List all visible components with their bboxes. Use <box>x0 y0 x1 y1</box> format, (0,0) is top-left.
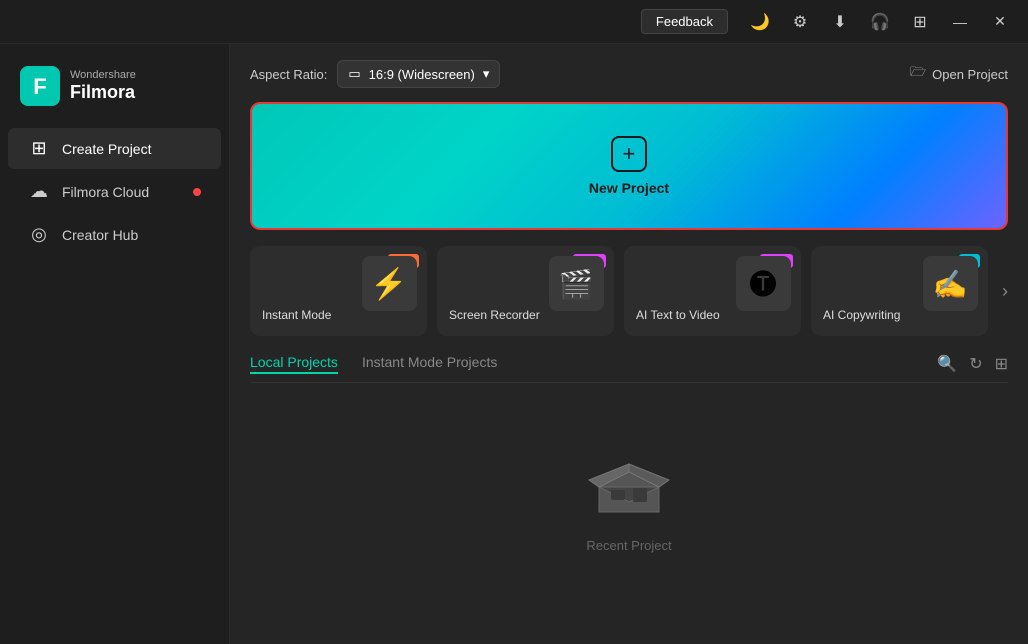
tab-local-projects[interactable]: Local Projects <box>250 354 338 374</box>
open-project-button[interactable]: 🗁 Open Project <box>910 63 1008 85</box>
feedback-button[interactable]: Feedback <box>641 9 728 34</box>
sidebar-item-label: Filmora Cloud <box>62 184 149 200</box>
svg-text:F: F <box>33 74 46 99</box>
feature-card-ai-copywriting[interactable]: AI ✍ AI Copywriting <box>811 246 988 336</box>
filmora-cloud-icon: ☁ <box>28 181 50 202</box>
tab-instant-mode-projects[interactable]: Instant Mode Projects <box>362 354 497 374</box>
logo-text: Wondershare Filmora <box>70 69 136 104</box>
logo-icon: F <box>20 66 60 106</box>
sidebar-item-filmora-cloud[interactable]: ☁ Filmora Cloud <box>8 171 221 212</box>
main-content: Aspect Ratio: ▭ 16:9 (Widescreen) ▾ 🗁 Op… <box>230 44 1028 644</box>
aspect-ratio-value: 16:9 (Widescreen) <box>369 67 475 82</box>
feature-cards: HOT ⚡ Instant Mode NEW 🎬 <box>250 246 1008 336</box>
empty-state: Recent Project <box>250 397 1008 597</box>
aspect-ratio-area: Aspect Ratio: ▭ 16:9 (Widescreen) ▾ <box>250 60 500 88</box>
new-project-content: + New Project <box>589 136 669 196</box>
sidebar-item-creator-hub[interactable]: ◎ Creator Hub <box>8 214 221 255</box>
support-icon[interactable]: 🎧 <box>864 6 896 38</box>
refresh-icon[interactable]: ↻ <box>969 354 982 374</box>
ai-text-video-icon: 🅣 <box>736 256 791 316</box>
view-toggle-icon[interactable]: ⊞ <box>995 354 1008 374</box>
creator-hub-icon: ◎ <box>28 224 50 245</box>
new-project-banner[interactable]: + New Project <box>250 102 1008 230</box>
chevron-down-icon: ▾ <box>483 66 490 82</box>
close-button[interactable]: ✕ <box>984 6 1016 38</box>
minimize-button[interactable]: — <box>944 6 976 38</box>
settings-icon[interactable]: ⚙ <box>784 6 816 38</box>
new-project-plus-icon: + <box>611 136 647 172</box>
titlebar: Feedback 🌙 ⚙ ⬇ 🎧 ⊞ — ✕ <box>0 0 1028 44</box>
chevron-right-icon: › <box>1002 281 1008 302</box>
scroll-right-button[interactable]: › <box>998 246 1008 336</box>
new-project-label: New Project <box>589 180 669 196</box>
grid-icon[interactable]: ⊞ <box>904 6 936 38</box>
top-row: Aspect Ratio: ▭ 16:9 (Widescreen) ▾ 🗁 Op… <box>250 60 1008 88</box>
ai-copywriting-icon: ✍ <box>923 256 978 316</box>
sidebar-item-label: Creator Hub <box>62 227 138 243</box>
aspect-ratio-icon: ▭ <box>348 66 360 82</box>
download-icon[interactable]: ⬇ <box>824 6 856 38</box>
feature-card-instant-mode[interactable]: HOT ⚡ Instant Mode <box>250 246 427 336</box>
notification-dot <box>193 188 201 196</box>
instant-mode-icon: ⚡ <box>362 256 417 320</box>
aspect-ratio-dropdown[interactable]: ▭ 16:9 (Widescreen) ▾ <box>337 60 500 88</box>
tabs-actions: 🔍 ↻ ⊞ <box>937 354 1008 374</box>
empty-box-icon <box>579 442 679 522</box>
svg-text:🎬: 🎬 <box>559 268 594 301</box>
feature-card-screen-recorder[interactable]: NEW 🎬 Screen Recorder <box>437 246 614 336</box>
search-icon[interactable]: 🔍 <box>937 354 957 374</box>
logo-area: F Wondershare Filmora <box>0 56 229 126</box>
sidebar-item-label: Create Project <box>62 141 151 157</box>
aspect-ratio-label: Aspect Ratio: <box>250 67 327 82</box>
folder-icon: 🗁 <box>910 63 926 85</box>
open-project-label: Open Project <box>932 67 1008 82</box>
app-body: F Wondershare Filmora ⊞ Create Project ☁… <box>0 44 1028 644</box>
sidebar: F Wondershare Filmora ⊞ Create Project ☁… <box>0 44 230 644</box>
svg-text:⚡: ⚡ <box>370 266 407 302</box>
svg-text:✍: ✍ <box>933 269 968 300</box>
create-project-icon: ⊞ <box>28 138 50 159</box>
theme-icon[interactable]: 🌙 <box>744 6 776 38</box>
empty-label: Recent Project <box>586 538 671 553</box>
svg-text:🅣: 🅣 <box>749 269 777 300</box>
screen-recorder-icon: 🎬 <box>549 256 604 316</box>
tabs-row: Local Projects Instant Mode Projects 🔍 ↻… <box>250 354 1008 383</box>
feature-card-ai-text-video[interactable]: NEW 🅣 AI Text to Video <box>624 246 801 336</box>
sidebar-item-create-project[interactable]: ⊞ Create Project <box>8 128 221 169</box>
